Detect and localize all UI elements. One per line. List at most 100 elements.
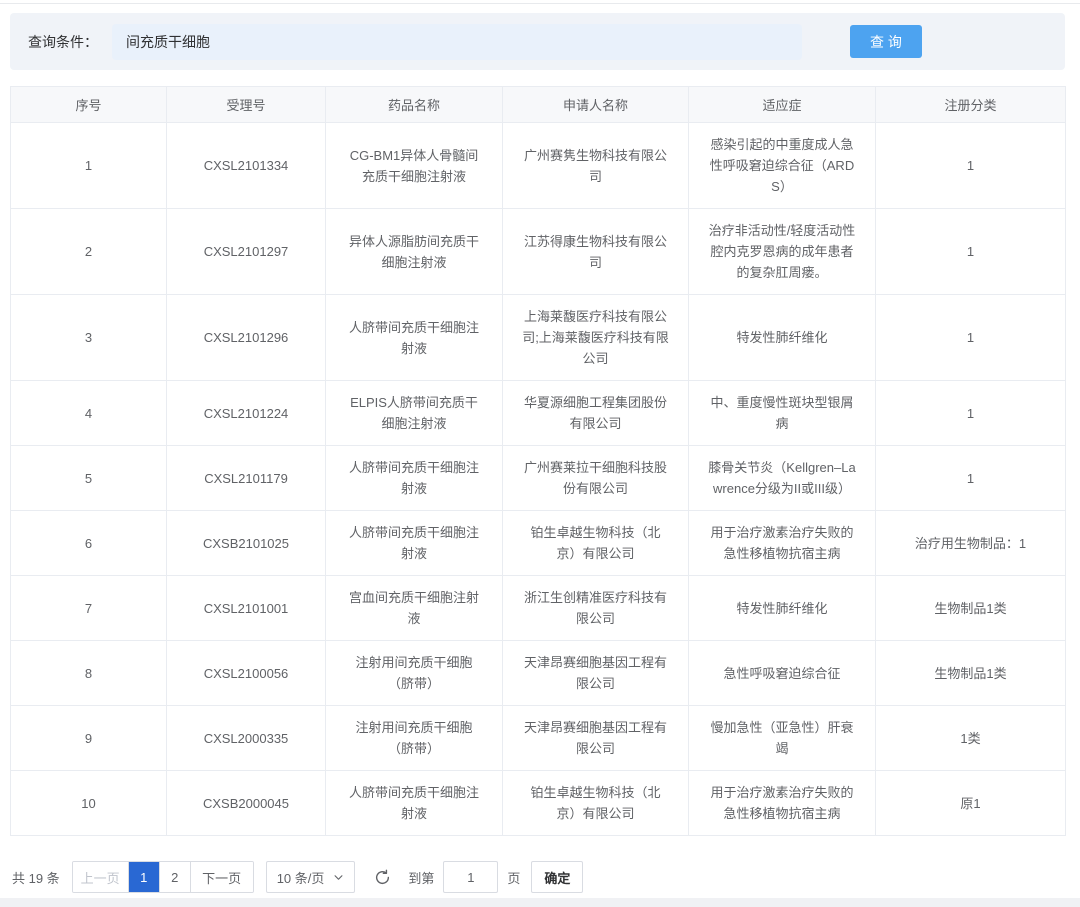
table-cell: CXSL2101179	[167, 446, 326, 511]
table-cell: 华夏源细胞工程集团股份有限公司	[503, 381, 689, 446]
prev-page-button[interactable]: 上一页	[73, 862, 129, 892]
table-cell: 广州赛莱拉干细胞科技股份有限公司	[503, 446, 689, 511]
column-header: 药品名称	[326, 87, 503, 123]
table-cell: 治疗用生物制品：1	[876, 511, 1066, 576]
table-cell: 江苏得康生物科技有限公司	[503, 209, 689, 295]
table-cell: 1	[876, 295, 1066, 381]
table-cell: 慢加急性（亚急性）肝衰竭	[689, 706, 876, 771]
table-cell: CXSL2101297	[167, 209, 326, 295]
table-cell: 2	[11, 209, 167, 295]
table-cell: CG-BM1异体人骨髓间充质干细胞注射液	[326, 123, 503, 209]
chevron-down-icon	[333, 872, 344, 883]
table-cell: 1	[876, 381, 1066, 446]
table-cell: 10	[11, 771, 167, 836]
table-cell: 人脐带间充质干细胞注射液	[326, 446, 503, 511]
table-cell: 生物制品1类	[876, 576, 1066, 641]
table-body: 1CXSL2101334CG-BM1异体人骨髓间充质干细胞注射液广州赛隽生物科技…	[11, 123, 1066, 836]
search-button[interactable]: 查 询	[850, 25, 922, 58]
column-header: 受理号	[167, 87, 326, 123]
table-cell: CXSB2000045	[167, 771, 326, 836]
table-cell: 治疗非活动性/轻度活动性腔内克罗恩病的成年患者的复杂肛周瘘。	[689, 209, 876, 295]
search-condition-label: 查询条件：	[28, 32, 98, 52]
page-size-select[interactable]: 10 条/页	[266, 861, 356, 893]
table-cell: 浙江生创精准医疗科技有限公司	[503, 576, 689, 641]
column-header: 申请人名称	[503, 87, 689, 123]
column-header: 注册分类	[876, 87, 1066, 123]
total-count-label: 共 19 条	[12, 868, 60, 887]
confirm-button[interactable]: 确定	[531, 861, 583, 893]
table-cell: 用于治疗激素治疗失败的急性移植物抗宿主病	[689, 511, 876, 576]
table-row: 6CXSB2101025人脐带间充质干细胞注射液铂生卓越生物科技（北京）有限公司…	[11, 511, 1066, 576]
results-table: 序号受理号药品名称申请人名称适应症注册分类 1CXSL2101334CG-BM1…	[10, 86, 1066, 836]
table-cell: 天津昂赛细胞基因工程有限公司	[503, 706, 689, 771]
table-cell: 6	[11, 511, 167, 576]
table-cell: 铂生卓越生物科技（北京）有限公司	[503, 771, 689, 836]
table-cell: 1	[11, 123, 167, 209]
table-row: 3CXSL2101296人脐带间充质干细胞注射液上海莱馥医疗科技有限公司;上海莱…	[11, 295, 1066, 381]
search-panel: 查询条件： 查 询	[10, 13, 1065, 70]
next-page-button[interactable]: 下一页	[191, 862, 253, 892]
table-cell: 人脐带间充质干细胞注射液	[326, 295, 503, 381]
table-cell: 生物制品1类	[876, 641, 1066, 706]
table-cell: 特发性肺纤维化	[689, 576, 876, 641]
table-row: 4CXSL2101224ELPIS人脐带间充质干细胞注射液华夏源细胞工程集团股份…	[11, 381, 1066, 446]
table-cell: 膝骨关节炎（Kellgren–Lawrence分级为II或III级）	[689, 446, 876, 511]
table-cell: 1	[876, 209, 1066, 295]
table-cell: 感染引起的中重度成人急性呼吸窘迫综合征（ARDS）	[689, 123, 876, 209]
table-cell: 5	[11, 446, 167, 511]
table-cell: 上海莱馥医疗科技有限公司;上海莱馥医疗科技有限公司	[503, 295, 689, 381]
table-cell: 广州赛隽生物科技有限公司	[503, 123, 689, 209]
table-cell: 注射用间充质干细胞（脐带）	[326, 706, 503, 771]
table-row: 10CXSB2000045人脐带间充质干细胞注射液铂生卓越生物科技（北京）有限公…	[11, 771, 1066, 836]
pager-group: 上一页 12下一页	[72, 861, 254, 893]
table-cell: 7	[11, 576, 167, 641]
table-cell: CXSL2100056	[167, 641, 326, 706]
table-cell: 中、重度慢性斑块型银屑病	[689, 381, 876, 446]
table-cell: 宫血间充质干细胞注射液	[326, 576, 503, 641]
table-cell: 铂生卓越生物科技（北京）有限公司	[503, 511, 689, 576]
table-row: 8CXSL2100056注射用间充质干细胞（脐带）天津昂赛细胞基因工程有限公司急…	[11, 641, 1066, 706]
table-cell: 1	[876, 123, 1066, 209]
table-cell: 急性呼吸窘迫综合征	[689, 641, 876, 706]
table-cell: CXSB2101025	[167, 511, 326, 576]
table-cell: CXSL2000335	[167, 706, 326, 771]
table-row: 7CXSL2101001宫血间充质干细胞注射液浙江生创精准医疗科技有限公司特发性…	[11, 576, 1066, 641]
table-cell: 用于治疗激素治疗失败的急性移植物抗宿主病	[689, 771, 876, 836]
goto-page-suffix-label: 页	[507, 868, 520, 887]
column-header: 序号	[11, 87, 167, 123]
table-cell: CXSL2101296	[167, 295, 326, 381]
table-cell: 特发性肺纤维化	[689, 295, 876, 381]
table-cell: 天津昂赛细胞基因工程有限公司	[503, 641, 689, 706]
page-number-button-1[interactable]: 1	[129, 862, 160, 892]
table-cell: 8	[11, 641, 167, 706]
table-row: 1CXSL2101334CG-BM1异体人骨髓间充质干细胞注射液广州赛隽生物科技…	[11, 123, 1066, 209]
table-cell: 人脐带间充质干细胞注射液	[326, 511, 503, 576]
search-input[interactable]	[112, 24, 802, 60]
table-cell: 异体人源脂肪间充质干细胞注射液	[326, 209, 503, 295]
pagination-bar: 共 19 条 上一页 12下一页 10 条/页 到第 页 确定	[12, 861, 583, 893]
page-size-value: 10 条/页	[277, 868, 325, 887]
bottom-edge-strip	[0, 898, 1080, 907]
table-row: 2CXSL2101297异体人源脂肪间充质干细胞注射液江苏得康生物科技有限公司治…	[11, 209, 1066, 295]
table-cell: CXSL2101224	[167, 381, 326, 446]
table-header-row: 序号受理号药品名称申请人名称适应症注册分类	[11, 87, 1066, 123]
table-cell: 1类	[876, 706, 1066, 771]
refresh-icon[interactable]	[372, 867, 392, 887]
column-header: 适应症	[689, 87, 876, 123]
page: 查询条件： 查 询 序号受理号药品名称申请人名称适应症注册分类 1CXSL210…	[0, 0, 1080, 907]
page-number-button-2[interactable]: 2	[160, 862, 191, 892]
table-cell: ELPIS人脐带间充质干细胞注射液	[326, 381, 503, 446]
table-row: 5CXSL2101179人脐带间充质干细胞注射液广州赛莱拉干细胞科技股份有限公司…	[11, 446, 1066, 511]
results-table-container: 序号受理号药品名称申请人名称适应症注册分类 1CXSL2101334CG-BM1…	[10, 86, 1065, 836]
table-cell: 4	[11, 381, 167, 446]
table-cell: 注射用间充质干细胞（脐带）	[326, 641, 503, 706]
goto-page-input[interactable]	[443, 861, 498, 893]
table-cell: 原1	[876, 771, 1066, 836]
goto-page-prefix-label: 到第	[408, 868, 434, 887]
table-cell: CXSL2101334	[167, 123, 326, 209]
table-cell: CXSL2101001	[167, 576, 326, 641]
table-cell: 人脐带间充质干细胞注射液	[326, 771, 503, 836]
top-divider	[0, 3, 1080, 4]
table-cell: 1	[876, 446, 1066, 511]
table-cell: 3	[11, 295, 167, 381]
